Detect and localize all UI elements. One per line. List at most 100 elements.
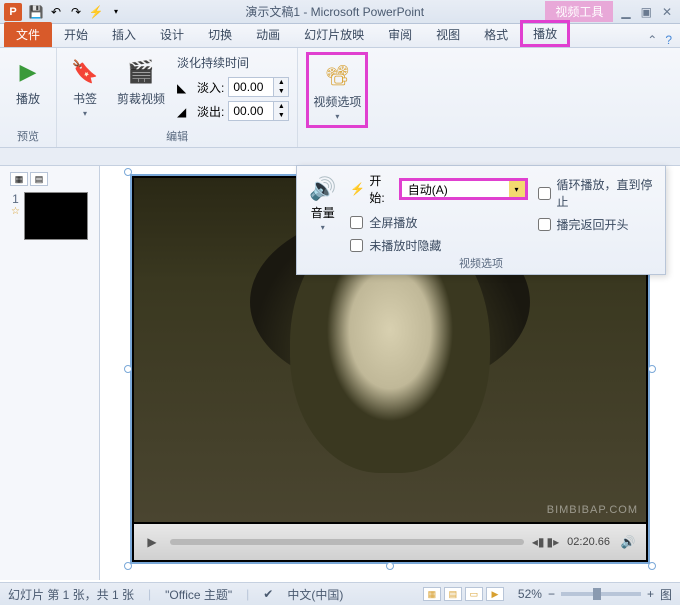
fade-title: 淡化持续时间 — [177, 54, 289, 71]
video-playbar: ▶ ◂▮ ▮▸ 02:20.66 🔊 — [134, 524, 646, 560]
volume-button[interactable]: 🔊 音量 ▾ — [305, 172, 340, 236]
trim-label: 剪裁视频 — [117, 90, 165, 107]
bookmark-label: 书签 — [73, 90, 97, 107]
resize-handle[interactable] — [386, 562, 394, 570]
minimize-icon[interactable]: ▁ — [621, 5, 630, 19]
slideshow-view-icon[interactable]: ▶ — [486, 587, 504, 601]
slide-thumbnail-1[interactable]: 1 ☆ — [11, 192, 88, 240]
save-icon[interactable]: 💾 — [28, 4, 44, 20]
lightning-icon: ⚡ — [350, 182, 365, 196]
video-options-button[interactable]: 📽 视频选项 ▾ — [306, 52, 368, 128]
tab-animations[interactable]: 动画 — [244, 22, 292, 47]
playbar-track[interactable] — [170, 539, 524, 545]
zoom-in-icon[interactable]: + — [647, 587, 654, 601]
undo-icon[interactable]: ↶ — [48, 4, 64, 20]
play-icon: ▶ — [12, 56, 44, 88]
tab-playback[interactable]: 播放 — [520, 20, 570, 47]
fade-out-input[interactable] — [229, 104, 273, 118]
reading-view-icon[interactable]: ▭ — [465, 587, 483, 601]
fade-in-label: 淡入: — [197, 79, 224, 96]
tab-transitions[interactable]: 切换 — [196, 22, 244, 47]
fade-in-icon: ◣ — [177, 81, 193, 93]
fade-out-spinner[interactable]: ▲▼ — [228, 101, 289, 121]
slides-view-icon[interactable]: ▤ — [30, 172, 48, 186]
frame-back-icon[interactable]: ◂▮ — [532, 535, 545, 549]
animation-star-icon: ☆ — [11, 206, 20, 217]
fade-out-label: 淡出: — [197, 103, 224, 120]
fit-window-icon[interactable]: 图 — [660, 586, 672, 603]
tab-slideshow[interactable]: 幻灯片放映 — [292, 22, 376, 47]
popup-group-label: 视频选项 — [297, 255, 665, 271]
restore-icon[interactable]: ▣ — [641, 5, 652, 19]
contextual-tab-label: 视频工具 — [545, 1, 613, 22]
language-indicator[interactable]: 中文(中国) — [287, 586, 343, 603]
zoom-level[interactable]: 52% — [518, 587, 542, 601]
outline-view-icon[interactable]: ▦ — [10, 172, 28, 186]
zoom-slider[interactable] — [561, 592, 641, 596]
ribbon-group-video-options: 📽 视频选项 ▾ — [298, 48, 376, 147]
help-icon[interactable]: ? — [665, 33, 672, 47]
tab-review[interactable]: 审阅 — [376, 22, 424, 47]
resize-handle[interactable] — [124, 562, 132, 570]
qat-more-icon[interactable]: ⚡ — [88, 4, 104, 20]
tab-view[interactable]: 视图 — [424, 22, 472, 47]
volume-label: 音量 — [311, 204, 335, 221]
trim-icon: 🎬 — [125, 56, 157, 88]
volume-icon[interactable]: 🔊 — [618, 532, 638, 552]
resize-handle[interactable] — [648, 562, 656, 570]
spin-down-icon[interactable]: ▼ — [274, 111, 288, 120]
video-options-label: 视频选项 — [313, 93, 361, 110]
playbar-play-icon[interactable]: ▶ — [142, 532, 162, 552]
group-label-preview: 预览 — [0, 128, 56, 144]
slide-counter: 幻灯片 第 1 张，共 1 张 — [8, 586, 134, 603]
sorter-view-icon[interactable]: ▤ — [444, 587, 462, 601]
bookmark-icon: 🔖 — [69, 56, 101, 88]
tab-file[interactable]: 文件 — [4, 22, 52, 47]
status-bar: 幻灯片 第 1 张，共 1 张 | "Office 主题" | ✔ 中文(中国)… — [0, 582, 680, 605]
ribbon: ▶ 播放 预览 🔖 书签 ▾ 🎬 剪裁视频 淡化持续时间 ◣ 淡入: ▲▼ — [0, 48, 680, 148]
ruler-bar — [0, 148, 680, 166]
resize-handle[interactable] — [124, 365, 132, 373]
resize-handle[interactable] — [124, 168, 132, 176]
zoom-control: 52% − + 图 — [518, 586, 672, 603]
spellcheck-icon[interactable]: ✔ — [263, 587, 273, 601]
play-label: 播放 — [16, 90, 40, 107]
close-icon[interactable]: ✕ — [662, 5, 672, 19]
normal-view-icon[interactable]: ▦ — [423, 587, 441, 601]
rewind-checkbox[interactable]: 播完返回开头 — [538, 216, 657, 233]
spin-up-icon[interactable]: ▲ — [274, 102, 288, 111]
qat-dropdown-icon[interactable]: ▾ — [108, 4, 124, 20]
tab-design[interactable]: 设计 — [148, 22, 196, 47]
start-label: 开始: — [369, 172, 394, 206]
app-icon: P — [4, 3, 22, 21]
fullscreen-checkbox[interactable]: 全屏播放 — [350, 214, 527, 231]
play-button[interactable]: ▶ 播放 — [8, 52, 48, 111]
title-bar: P 💾 ↶ ↷ ⚡ ▾ 演示文稿1 - Microsoft PowerPoint… — [0, 0, 680, 24]
frame-fwd-icon[interactable]: ▮▸ — [547, 535, 560, 549]
ribbon-group-preview: ▶ 播放 预览 — [0, 48, 57, 147]
quick-access-toolbar: 💾 ↶ ↷ ⚡ ▾ — [28, 4, 124, 20]
window-buttons: ▁ ▣ ✕ — [621, 5, 672, 19]
trim-video-button[interactable]: 🎬 剪裁视频 — [113, 52, 169, 111]
bookmark-button[interactable]: 🔖 书签 ▾ — [65, 52, 105, 122]
hide-checkbox[interactable]: 未播放时隐藏 — [350, 237, 527, 254]
dropdown-arrow-icon[interactable]: ▾ — [509, 181, 525, 197]
start-selected-value: 自动(A) — [402, 181, 509, 198]
slide-number: 1 — [12, 192, 19, 206]
tab-insert[interactable]: 插入 — [100, 22, 148, 47]
resize-handle[interactable] — [648, 365, 656, 373]
tab-format[interactable]: 格式 — [472, 22, 520, 47]
zoom-out-icon[interactable]: − — [548, 587, 555, 601]
redo-icon[interactable]: ↷ — [68, 4, 84, 20]
video-options-popup: 🔊 音量 ▾ ⚡ 开始: 自动(A) ▾ 全屏播放 未播放时隐藏 循环播放，直到… — [296, 165, 666, 275]
fade-in-spinner[interactable]: ▲▼ — [228, 77, 289, 97]
spin-up-icon[interactable]: ▲ — [274, 78, 288, 87]
fade-in-input[interactable] — [229, 80, 273, 94]
tab-home[interactable]: 开始 — [52, 22, 100, 47]
ribbon-minimize-icon[interactable]: ⌃ — [647, 33, 657, 47]
start-dropdown[interactable]: 自动(A) ▾ — [399, 178, 528, 200]
loop-checkbox[interactable]: 循环播放，直到停止 — [538, 176, 657, 210]
spin-down-icon[interactable]: ▼ — [274, 87, 288, 96]
ribbon-group-edit: 🔖 书签 ▾ 🎬 剪裁视频 淡化持续时间 ◣ 淡入: ▲▼ ◢ 淡出: — [57, 48, 298, 147]
fade-duration-group: 淡化持续时间 ◣ 淡入: ▲▼ ◢ 淡出: ▲▼ — [177, 54, 289, 121]
